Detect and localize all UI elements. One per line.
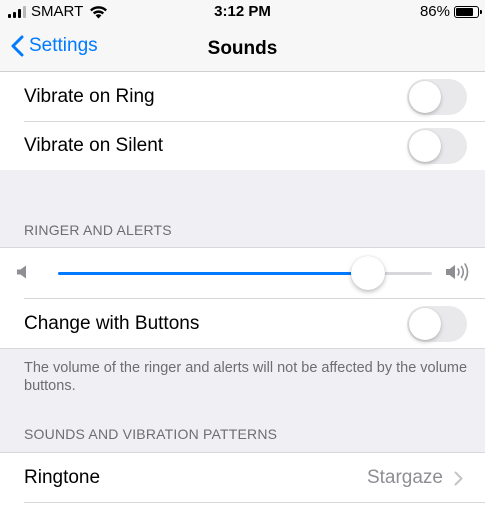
ringtone-value: Stargaze (366, 467, 443, 488)
vibrate-on-ring-toggle[interactable] (407, 79, 467, 115)
chevron-right-icon (454, 471, 463, 485)
patterns-group: Ringtone Stargaze (0, 452, 485, 512)
status-right: 86% (419, 3, 482, 20)
status-time: 3:12 PM (214, 3, 271, 20)
volume-low-icon (17, 265, 26, 279)
volume-slider-fill (58, 272, 369, 275)
volume-slider-thumb[interactable] (351, 256, 386, 290)
divider (24, 502, 485, 503)
ringtone-label: Ringtone (24, 467, 101, 488)
vibrate-on-silent-row: Vibrate on Silent (0, 121, 485, 171)
vibrate-on-ring-row: Vibrate on Ring (0, 72, 485, 122)
volume-slider[interactable] (58, 256, 432, 290)
ringer-group: Change with Buttons (0, 247, 485, 349)
battery-percent: 86% (419, 3, 450, 20)
vibrate-on-ring-label: Vibrate on Ring (24, 86, 155, 107)
vibrate-on-silent-label: Vibrate on Silent (24, 135, 164, 156)
battery-fill (456, 7, 474, 16)
volume-high-icon (446, 263, 469, 281)
vibrate-group: Vibrate on Ring Vibrate on Silent (0, 72, 485, 170)
ringtone-row[interactable]: Ringtone Stargaze (0, 453, 485, 503)
status-bar: SMART 3:12 PM 86% (0, 0, 485, 26)
vibrate-on-silent-toggle[interactable] (407, 128, 467, 164)
navigation-bar: Settings Sounds (0, 26, 485, 72)
change-with-buttons-label: Change with Buttons (24, 313, 200, 334)
ringer-footer-text: The volume of the ringer and alerts will… (24, 360, 468, 394)
battery-icon (454, 5, 482, 18)
change-with-buttons-toggle[interactable] (407, 306, 467, 342)
change-with-buttons-row: Change with Buttons (0, 299, 485, 349)
ringer-section-header: RINGER AND ALERTS (24, 222, 172, 238)
page-title: Sounds (207, 38, 278, 59)
patterns-section-header: SOUNDS AND VIBRATION PATTERNS (24, 426, 278, 442)
volume-slider-row (0, 248, 485, 298)
